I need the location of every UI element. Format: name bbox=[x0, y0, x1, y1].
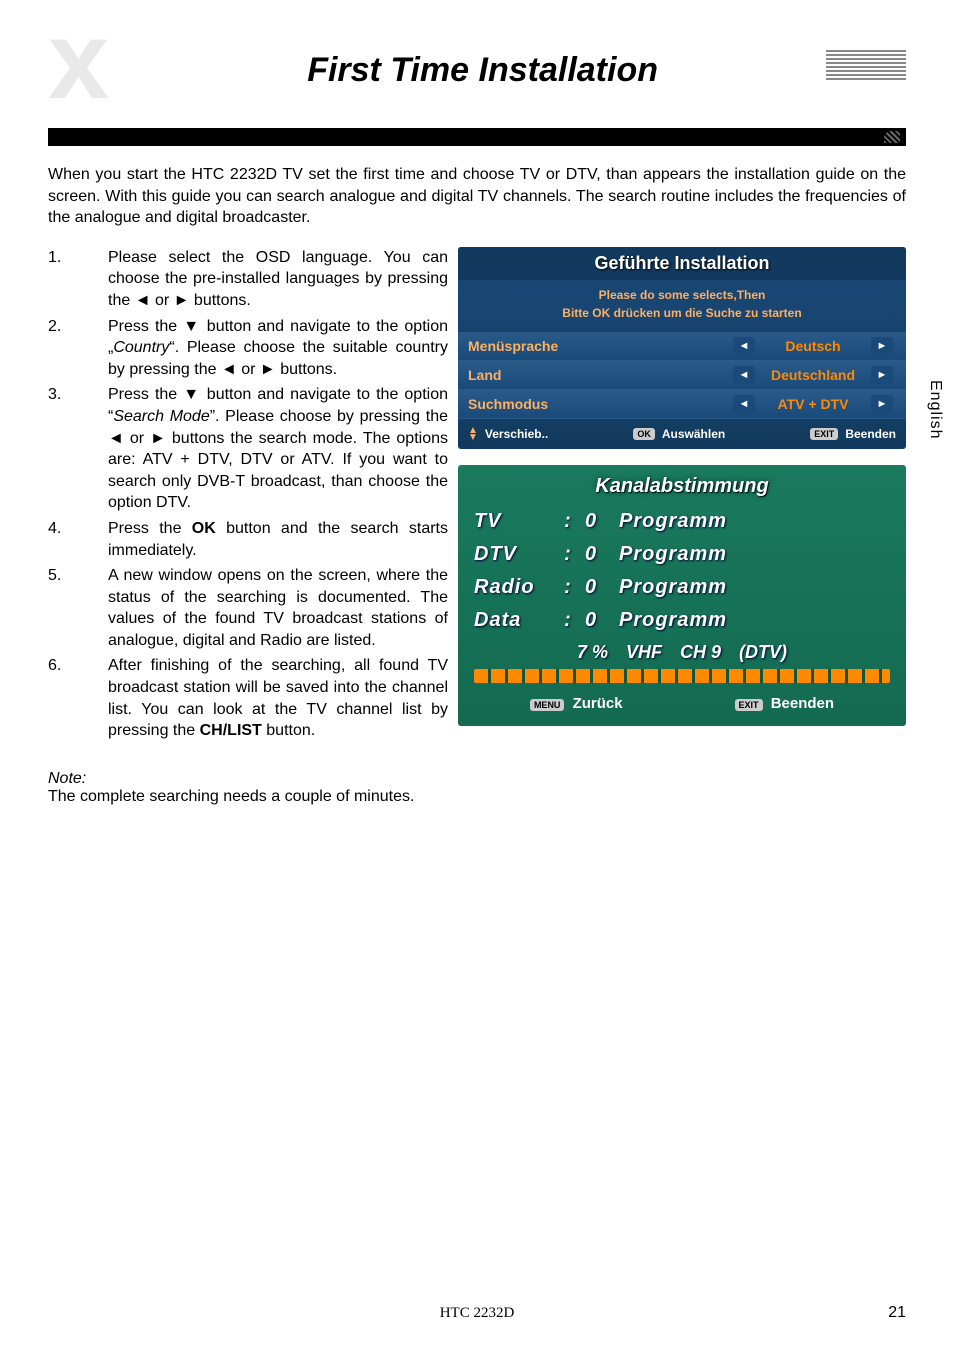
osd2-result-row: Data:0Programm bbox=[474, 609, 890, 632]
osd-channel-tuning: Kanalabstimmung TV:0Programm DTV:0Program… bbox=[458, 465, 906, 726]
arrow-left-icon[interactable]: ◄ bbox=[733, 366, 755, 384]
page-footer: HTC 2232D bbox=[48, 1305, 906, 1322]
step-number: 3. bbox=[48, 384, 108, 514]
osd2-row-name: TV bbox=[474, 510, 559, 533]
exit-key-icon: EXIT bbox=[810, 428, 838, 440]
header-bar bbox=[48, 128, 906, 146]
step-item: 2.Press the ▼ button and navigate to the… bbox=[48, 316, 448, 381]
osd2-row-count: 0 bbox=[577, 609, 619, 632]
osd2-result-row: TV:0Programm bbox=[474, 510, 890, 533]
step-number: 4. bbox=[48, 518, 108, 561]
step-text: Please select the OSD language. You can … bbox=[108, 247, 448, 312]
osd2-row-label: Programm bbox=[619, 543, 890, 566]
arrow-right-icon[interactable]: ► bbox=[871, 395, 893, 413]
osd1-option-row[interactable]: Menüsprache◄Deutsch► bbox=[458, 332, 906, 361]
osd1-row-label: Suchmodus bbox=[468, 396, 730, 412]
osd1-row-value: Deutschland bbox=[758, 367, 868, 383]
step-text: Press the OK button and the search start… bbox=[108, 518, 448, 561]
step-number: 1. bbox=[48, 247, 108, 312]
step-item: 4.Press the OK button and the search sta… bbox=[48, 518, 448, 561]
step-number: 6. bbox=[48, 655, 108, 741]
osd2-result-row: DTV:0Programm bbox=[474, 543, 890, 566]
side-tab-language: English bbox=[926, 380, 944, 439]
osd2-row-name: Radio bbox=[474, 576, 559, 599]
step-text: After finishing of the searching, all fo… bbox=[108, 655, 448, 741]
steps-list: 1.Please select the OSD language. You ca… bbox=[48, 247, 448, 742]
osd1-row-label: Land bbox=[468, 367, 730, 383]
osd2-row-label: Programm bbox=[619, 609, 890, 632]
step-item: 5.A new window opens on the screen, wher… bbox=[48, 565, 448, 651]
osd1-row-value: Deutsch bbox=[758, 338, 868, 354]
osd1-option-row[interactable]: Suchmodus◄ATV + DTV► bbox=[458, 390, 906, 419]
corner-decoration bbox=[826, 50, 906, 80]
step-item: 6.After finishing of the searching, all … bbox=[48, 655, 448, 741]
step-number: 5. bbox=[48, 565, 108, 651]
osd2-footer: MENU Zurück EXIT Beenden bbox=[474, 695, 890, 712]
step-text: Press the ▼ button and navigate to the o… bbox=[108, 316, 448, 381]
osd2-row-count: 0 bbox=[577, 576, 619, 599]
step-item: 1.Please select the OSD language. You ca… bbox=[48, 247, 448, 312]
osd1-row-value: ATV + DTV bbox=[758, 396, 868, 412]
exit-key-icon: EXIT bbox=[735, 699, 763, 711]
osd2-row-label: Programm bbox=[619, 510, 890, 533]
page-number: 21 bbox=[888, 1304, 906, 1322]
progress-bar bbox=[474, 669, 890, 683]
menu-key-icon: MENU bbox=[530, 699, 565, 711]
osd1-subtitle: Please do some selects,Then Bitte OK drü… bbox=[458, 280, 906, 332]
intro-paragraph: When you start the HTC 2232D TV set the … bbox=[48, 164, 906, 229]
note-block: Note: The complete searching needs a cou… bbox=[48, 770, 906, 806]
osd2-result-row: Radio:0Programm bbox=[474, 576, 890, 599]
osd1-footer: ▲▼ Verschieb.. OK Auswählen EXIT Beenden bbox=[458, 419, 906, 449]
arrow-right-icon[interactable]: ► bbox=[871, 337, 893, 355]
osd-guided-installation: Geführte Installation Please do some sel… bbox=[458, 247, 906, 449]
osd1-title: Geführte Installation bbox=[458, 247, 906, 280]
step-text: A new window opens on the screen, where … bbox=[108, 565, 448, 651]
page-title: First Time Installation bbox=[59, 51, 906, 90]
osd2-row-count: 0 bbox=[577, 543, 619, 566]
osd2-row-count: 0 bbox=[577, 510, 619, 533]
logo-x: x bbox=[48, 22, 99, 99]
note-label: Note: bbox=[48, 770, 906, 788]
ok-key-icon: OK bbox=[633, 428, 655, 440]
step-item: 3.Press the ▼ button and navigate to the… bbox=[48, 384, 448, 514]
osd2-status: 7 % VHF CH 9 (DTV) bbox=[474, 642, 890, 663]
arrow-left-icon[interactable]: ◄ bbox=[733, 337, 755, 355]
osd2-title: Kanalabstimmung bbox=[474, 475, 890, 498]
step-number: 2. bbox=[48, 316, 108, 381]
step-text: Press the ▼ button and navigate to the o… bbox=[108, 384, 448, 514]
footer-model: HTC 2232D bbox=[440, 1305, 515, 1322]
arrow-right-icon[interactable]: ► bbox=[871, 366, 893, 384]
updown-icon: ▲▼ bbox=[468, 427, 478, 441]
osd2-row-label: Programm bbox=[619, 576, 890, 599]
arrow-left-icon[interactable]: ◄ bbox=[733, 395, 755, 413]
osd1-option-row[interactable]: Land◄Deutschland► bbox=[458, 361, 906, 390]
osd2-row-name: DTV bbox=[474, 543, 559, 566]
note-text: The complete searching needs a couple of… bbox=[48, 788, 906, 806]
osd1-row-label: Menüsprache bbox=[468, 338, 730, 354]
osd2-row-name: Data bbox=[474, 609, 559, 632]
